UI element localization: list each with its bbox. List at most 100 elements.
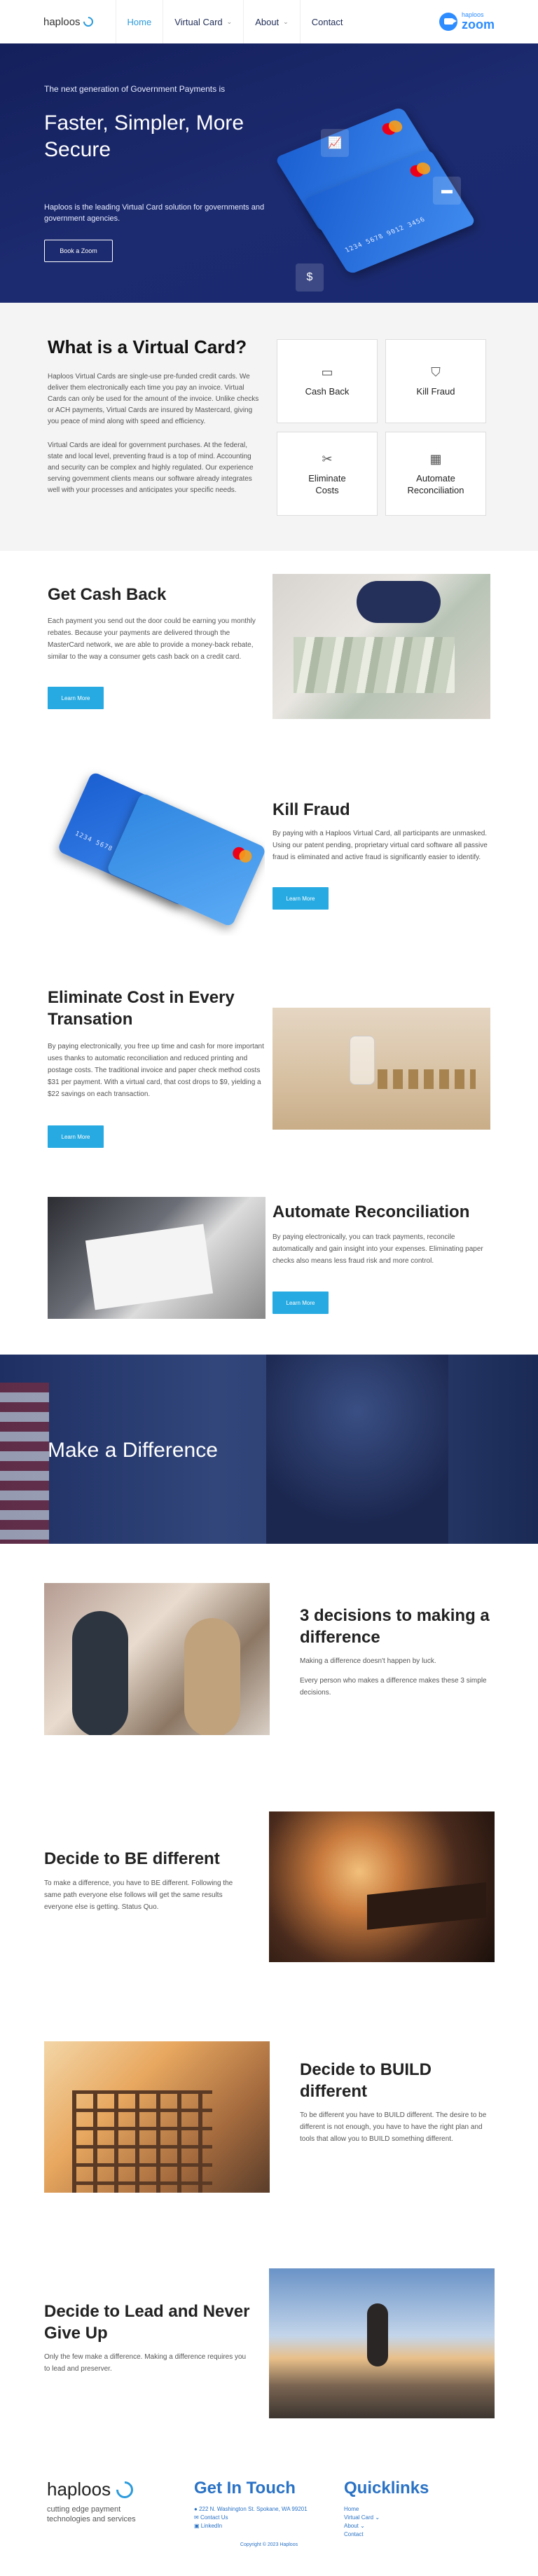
- fraud-title: Kill Fraud: [273, 800, 350, 819]
- book-zoom-button[interactable]: Book a Zoom: [44, 240, 113, 262]
- quicklinks-list: Home Virtual Card ⌄ About ⌄ Contact: [344, 2505, 380, 2539]
- scissors-icon: ✂: [322, 451, 333, 466]
- build-text: To be different you have to BUILD differ…: [300, 2111, 487, 2143]
- recon-learn-more-button[interactable]: Learn More: [273, 1292, 329, 1314]
- mail-icon: ✉: [194, 2514, 200, 2521]
- mastercard-icon: [380, 118, 405, 137]
- documents-laptop-photo: [48, 1197, 265, 1319]
- fraud-learn-more-button[interactable]: Learn More: [273, 887, 329, 910]
- chevron-down-icon: ⌄: [360, 2523, 365, 2529]
- build-title: Decide to BUILD different: [300, 2060, 432, 2101]
- impossible-sunset-photo: [269, 1811, 495, 1962]
- hero: The next generation of Government Paymen…: [0, 43, 538, 303]
- cost-title: Eliminate Cost in Every Transation: [48, 988, 235, 1029]
- cashback-learn-more-button[interactable]: Learn More: [48, 687, 104, 709]
- logo-text: haploos: [43, 15, 81, 28]
- hero-title: Faster, Simpler, More Secure: [44, 111, 244, 161]
- cost-learn-more-button[interactable]: Learn More: [48, 1125, 104, 1148]
- linkedin-text: LinkedIn: [200, 2523, 223, 2529]
- decisions-title: 3 decisions to making a difference: [300, 1606, 490, 1647]
- what-is-section: What is a Virtual Card? Haploos Virtual …: [0, 303, 538, 551]
- site-logo[interactable]: haploos: [43, 15, 95, 29]
- feature-eliminate-costs[interactable]: ✂ Eliminate Costs: [277, 432, 378, 516]
- speaker-image: [266, 1355, 448, 1544]
- cashback-text: Each payment you send out the door could…: [48, 617, 256, 661]
- footer-link-home[interactable]: Home: [344, 2505, 380, 2514]
- nav-contact[interactable]: Contact: [299, 0, 354, 43]
- card-icon: ▭: [321, 365, 333, 379]
- quicklinks-heading: Quicklinks: [344, 2479, 429, 2498]
- feature-label: Eliminate Costs: [308, 472, 346, 495]
- footer-link-about-label: About: [344, 2523, 359, 2529]
- make-difference-title: Make a Difference: [48, 1439, 218, 1462]
- what-paragraph-2: Virtual Cards are ideal for government p…: [48, 441, 254, 494]
- recon-title: Automate Reconciliation: [273, 1203, 470, 1221]
- contact-heading: Get In Touch: [194, 2479, 296, 2498]
- footer-link-virtual-card-label: Virtual Card: [344, 2514, 374, 2521]
- nav-home[interactable]: Home: [115, 0, 163, 43]
- be-text: To make a difference, you have to BE dif…: [44, 1879, 233, 1911]
- what-title: What is a Virtual Card?: [48, 336, 247, 357]
- feature-kill-fraud[interactable]: ⛉ Kill Fraud: [385, 339, 486, 423]
- recon-text: By paying electronically, you can track …: [273, 1233, 483, 1265]
- be-title: Decide to BE different: [44, 1849, 220, 1868]
- team-meeting-photo: [44, 1583, 270, 1735]
- footer-tagline: cutting edge payment technologies and se…: [47, 2505, 136, 2523]
- address-text: 222 N. Washington St. Spokane, WA 99201: [199, 2506, 308, 2512]
- address-item: ● 222 N. Washington St. Spokane, WA 9920…: [194, 2505, 308, 2514]
- hero-eyebrow: The next generation of Government Paymen…: [44, 84, 226, 94]
- zoom-camera-icon: [439, 12, 457, 31]
- contact-us-link[interactable]: ✉ Contact Us: [194, 2514, 308, 2522]
- mastercard-icon: [230, 845, 254, 865]
- nav-about-label: About: [255, 16, 280, 27]
- credit-card-icon: ▬: [433, 177, 461, 205]
- footer-link-contact[interactable]: Contact: [344, 2530, 380, 2539]
- nav-about[interactable]: About ⌄: [243, 0, 300, 43]
- linkedin-link[interactable]: ▣ LinkedIn: [194, 2522, 308, 2530]
- shield-icon: ⛉: [431, 365, 441, 379]
- ledger-icon: ▦: [429, 451, 442, 466]
- contact-list: ● 222 N. Washington St. Spokane, WA 9920…: [194, 2505, 308, 2530]
- lead-title: Decide to Lead and Never Give Up: [44, 2302, 250, 2343]
- coins-jar-photo: [273, 1008, 490, 1130]
- dollar-icon: $: [296, 263, 324, 292]
- zoom-link[interactable]: haploos zoom: [439, 12, 495, 31]
- hero-description: Haploos is the leading Virtual Card solu…: [44, 203, 265, 223]
- what-paragraph-1: Haploos Virtual Cards are single-use pre…: [48, 373, 259, 425]
- hiker-summit-photo: [269, 2268, 495, 2418]
- contact-us-text: Contact Us: [200, 2514, 228, 2521]
- feature-label: Automate Reconciliation: [407, 472, 464, 495]
- mastercard-icon: [408, 160, 433, 179]
- nav-virtual-card[interactable]: Virtual Card ⌄: [163, 0, 243, 43]
- chevron-down-icon: ⌄: [226, 18, 233, 25]
- footer-logo-text: haploos: [47, 2479, 111, 2500]
- virtual-cards-image: 1234 5678 9012 3456: [48, 767, 265, 936]
- construction-photo: [44, 2041, 270, 2193]
- footer-logo[interactable]: haploos: [47, 2477, 137, 2502]
- footer-link-virtual-card[interactable]: Virtual Card ⌄: [344, 2514, 380, 2522]
- decisions-text-1: Making a difference doesn't happen by lu…: [300, 1657, 436, 1665]
- lead-text: Only the few make a difference. Making a…: [44, 2353, 247, 2373]
- feature-label: Cash Back: [305, 386, 350, 397]
- page: haploos Home Virtual Card ⌄ About ⌄ Contac…: [0, 0, 538, 2576]
- chart-icon: 📈: [321, 129, 349, 157]
- logo-ring-icon: [113, 2477, 137, 2502]
- cashback-title: Get Cash Back: [48, 585, 167, 604]
- nav-contact-label: Contact: [311, 16, 343, 27]
- site-header: haploos Home Virtual Card ⌄ About ⌄ Contac…: [0, 0, 538, 43]
- make-difference-banner: Make a Difference: [0, 1355, 538, 1544]
- feature-cash-back[interactable]: ▭ Cash Back: [277, 339, 378, 423]
- cash-money-photo: [273, 574, 490, 719]
- site-footer: haploos cutting edge payment technologie…: [0, 2451, 538, 2576]
- chevron-down-icon: ⌄: [375, 2514, 380, 2521]
- copyright: Copyright © 2023 Haploos: [240, 2542, 298, 2547]
- logo-ring-icon: [81, 15, 95, 29]
- main-nav: Home Virtual Card ⌄ About ⌄ Contact: [115, 0, 354, 43]
- nav-home-label: Home: [127, 16, 152, 27]
- footer-link-about[interactable]: About ⌄: [344, 2522, 380, 2530]
- map-pin-icon: ●: [194, 2506, 200, 2512]
- linkedin-icon: ▣: [194, 2523, 201, 2529]
- chevron-down-icon: ⌄: [283, 18, 289, 25]
- zoom-big: zoom: [462, 18, 495, 32]
- feature-automate-reconciliation[interactable]: ▦ Automate Reconciliation: [385, 432, 486, 516]
